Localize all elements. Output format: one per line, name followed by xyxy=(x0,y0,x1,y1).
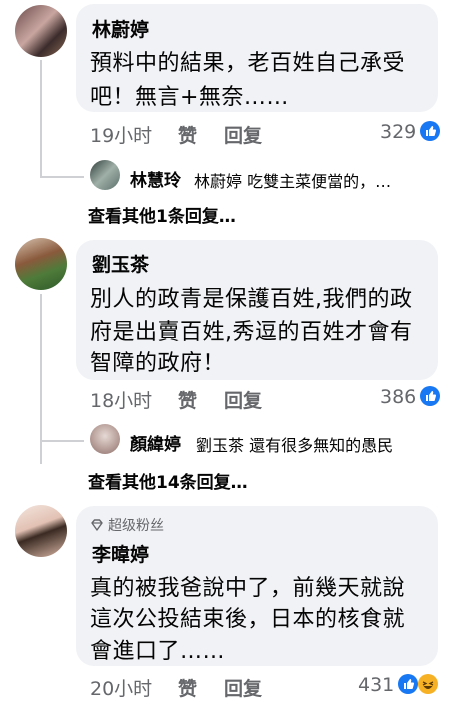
comment-text-line-3a: 真的被我爸說中了，前幾天就說 xyxy=(90,576,406,601)
reply-button-2[interactable]: 回复 xyxy=(224,386,262,413)
comment-text-line-2a: 別人的政青是保護百姓,我們的政 xyxy=(90,287,413,312)
comment-time-1: 19小时 xyxy=(90,125,153,147)
reply-button-3[interactable]: 回复 xyxy=(224,674,262,701)
like-button-2[interactable]: 赞 xyxy=(178,386,197,413)
more-replies-2[interactable]: 查看其他14条回复… xyxy=(88,468,248,493)
reply-text-1: 林蔚婷 吃雙主菜便當的，… xyxy=(194,172,392,191)
super-fan-badge: 超级粉丝 xyxy=(108,518,164,534)
comment-text-line-3b: 這次公投結束後，日本的核食就 xyxy=(90,607,406,632)
avatar-lin-weiting[interactable] xyxy=(15,5,67,57)
like-button-3[interactable]: 赞 xyxy=(178,674,197,701)
thread-branch-1 xyxy=(40,176,84,178)
comment-time-2: 18小时 xyxy=(90,390,153,412)
like-icon xyxy=(398,674,418,694)
reaction-count-1[interactable]: 329 xyxy=(380,121,416,143)
like-icon xyxy=(420,386,440,406)
thread-branch-2 xyxy=(40,440,84,442)
comment-text-line-2b: 府是出賣百姓,秀逗的百姓才會有 xyxy=(90,320,413,345)
super-fan-icon xyxy=(90,517,104,531)
like-button-1[interactable]: 赞 xyxy=(178,121,197,148)
avatar-liu-yucha[interactable] xyxy=(15,238,67,290)
comment-author-3[interactable]: 李暐婷 xyxy=(92,540,149,567)
like-icon xyxy=(420,121,440,141)
avatar-yan-weiting[interactable] xyxy=(90,424,120,454)
reply-author-1[interactable]: 林慧玲 xyxy=(130,166,181,191)
comment-author-2[interactable]: 劉玉茶 xyxy=(92,250,149,277)
avatar-lin-huiling[interactable] xyxy=(90,160,120,190)
reply-button-1[interactable]: 回复 xyxy=(224,121,262,148)
comment-text-line-3c: 會進口了…… xyxy=(90,639,226,664)
comment-text-line-1a: 預料中的結果，老百姓自己承受 xyxy=(90,51,406,76)
thread-line-2 xyxy=(40,294,42,464)
comment-text-line-1b: 吧！無言+無奈…… xyxy=(90,85,289,110)
more-replies-1[interactable]: 查看其他1条回复… xyxy=(88,202,236,227)
reaction-count-3[interactable]: 431 xyxy=(358,674,394,696)
reaction-count-2[interactable]: 386 xyxy=(380,386,416,408)
comment-time-3: 20小时 xyxy=(90,678,153,700)
thread-line-1 xyxy=(40,60,42,178)
reply-author-2[interactable]: 顏緯婷 xyxy=(130,430,181,455)
avatar-li-weiting[interactable] xyxy=(15,505,67,557)
comment-author-1[interactable]: 林蔚婷 xyxy=(92,15,149,42)
comment-text-line-2c: 智障的政府！ xyxy=(90,351,226,376)
reply-text-2: 劉玉茶 還有很多無知的愚民 xyxy=(196,436,394,455)
haha-icon xyxy=(418,674,438,694)
